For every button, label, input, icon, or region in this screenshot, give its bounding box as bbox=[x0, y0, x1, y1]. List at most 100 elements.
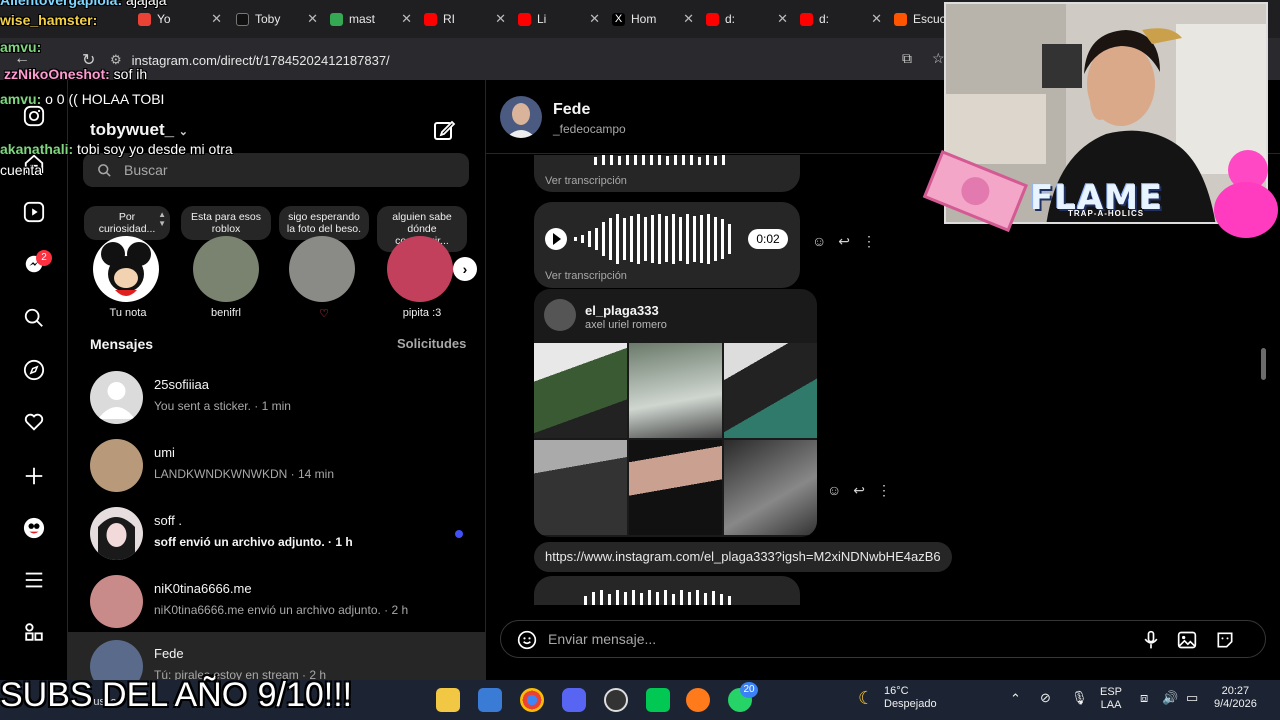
react-emoji-icon[interactable]: ☺ bbox=[812, 233, 826, 250]
chrome-icon[interactable] bbox=[520, 688, 544, 712]
grid-photo bbox=[629, 440, 722, 535]
network-off-icon[interactable]: ⊘ bbox=[1040, 691, 1051, 704]
file-explorer-icon[interactable] bbox=[436, 688, 460, 712]
stream-chat-line: amvu: o 0 (( HOLAA TOBI bbox=[0, 91, 165, 107]
image-icon[interactable] bbox=[1177, 630, 1197, 655]
close-tab-icon[interactable]: ✕ bbox=[495, 11, 506, 27]
account-switcher[interactable]: tobywuet_ ⌄ bbox=[90, 120, 188, 140]
close-tab-icon[interactable]: ✕ bbox=[683, 11, 694, 27]
scrollbar[interactable] bbox=[1261, 348, 1266, 380]
battery-icon[interactable]: ▭ bbox=[1186, 691, 1198, 704]
tab-1[interactable]: Toby ✕ bbox=[228, 6, 322, 32]
reply-icon[interactable]: ↩ bbox=[838, 233, 850, 250]
profile-photo-grid bbox=[534, 343, 817, 537]
sticker-icon[interactable] bbox=[1215, 630, 1235, 655]
tray-chevron-up-icon[interactable]: ⌃ bbox=[1010, 692, 1021, 705]
note-bubble[interactable]: Esta para esos roblox bbox=[181, 206, 271, 240]
thread-item[interactable]: niK0tina6666.me niK0tina6666.me envió un… bbox=[68, 567, 486, 635]
tab-2[interactable]: mast ✕ bbox=[322, 6, 416, 32]
transcript-link[interactable]: Ver transcripción bbox=[545, 175, 627, 187]
discord-icon[interactable] bbox=[562, 688, 586, 712]
tab-5[interactable]: X Hom ✕ bbox=[604, 6, 698, 32]
obs-icon[interactable] bbox=[604, 688, 628, 712]
thread-item-selected[interactable]: Fede Tú: pirales estoy en stream · 2 h bbox=[68, 632, 486, 693]
more-options-icon[interactable]: ⋮ bbox=[877, 482, 891, 499]
explore-icon[interactable] bbox=[22, 358, 46, 382]
close-tab-icon[interactable]: ✕ bbox=[589, 11, 600, 27]
youtube-icon bbox=[800, 12, 813, 26]
thread-item[interactable]: 25sofiiiaa You sent a sticker. · 1 min bbox=[68, 363, 486, 431]
create-icon[interactable] bbox=[22, 464, 46, 488]
youtube-icon bbox=[706, 12, 719, 26]
also-from-meta-icon[interactable] bbox=[22, 620, 46, 644]
voice-message[interactable] bbox=[534, 576, 800, 605]
volume-icon[interactable]: 🔊 bbox=[1162, 691, 1178, 704]
shared-profile-card[interactable]: el_plaga333 axel uriel romero bbox=[534, 289, 817, 537]
play-icon[interactable] bbox=[545, 228, 567, 250]
brand-subtitle: TRAP-A-HOLICS bbox=[1068, 209, 1145, 218]
note-bubble[interactable]: Por curiosidad... ▲ ▼ bbox=[84, 206, 170, 240]
url-field[interactable]: ⚙ instagram.com/direct/t/178452024121878… bbox=[110, 47, 930, 73]
kick-icon[interactable] bbox=[646, 688, 670, 712]
heart-icon[interactable] bbox=[22, 410, 46, 434]
weather-widget[interactable]: 16°C Despejado bbox=[884, 685, 937, 711]
microphone-icon[interactable] bbox=[1141, 630, 1161, 655]
note-avatar[interactable] bbox=[289, 236, 355, 302]
voice-message[interactable]: 0:02 Ver transcripción bbox=[534, 202, 800, 288]
stream-chat-line: amvu: bbox=[0, 39, 42, 55]
audio-duration: 0:02 bbox=[748, 229, 788, 249]
message-input[interactable]: Enviar mensaje... bbox=[500, 620, 1266, 658]
note-avatar[interactable] bbox=[387, 236, 453, 302]
search-icon[interactable] bbox=[22, 306, 46, 330]
tab-favicon-icon bbox=[138, 12, 151, 26]
chevron-down-icon: ⌄ bbox=[178, 126, 189, 138]
avatar bbox=[90, 575, 143, 628]
tab-4[interactable]: Li ✕ bbox=[510, 6, 604, 32]
emoji-icon[interactable] bbox=[517, 630, 537, 655]
display-icon[interactable]: ⧈ bbox=[1140, 691, 1148, 704]
reply-icon[interactable]: ↩ bbox=[853, 482, 865, 499]
notes-row: Por curiosidad... ▲ ▼ Tu nota Esta para e… bbox=[83, 206, 483, 326]
close-tab-icon[interactable]: ✕ bbox=[211, 11, 222, 27]
shared-link[interactable]: https://www.instagram.com/el_plaga333?ig… bbox=[534, 542, 952, 572]
more-options-icon[interactable]: ⋮ bbox=[862, 233, 876, 250]
instagram-logo-icon[interactable] bbox=[22, 104, 46, 128]
youtube-icon bbox=[424, 12, 437, 26]
thread-item[interactable]: umi LANDKWNDKWNWKDN · 14 min bbox=[68, 431, 486, 499]
note-avatar[interactable] bbox=[93, 236, 159, 302]
clock[interactable]: 20:27 9/4/2026 bbox=[1214, 685, 1257, 711]
language-indicator[interactable]: ESP LAA bbox=[1100, 686, 1122, 712]
close-tab-icon[interactable]: ✕ bbox=[401, 11, 412, 27]
tab-0[interactable]: Yo ✕ bbox=[130, 6, 226, 32]
voice-message[interactable]: Ver transcripción bbox=[534, 155, 800, 192]
unread-dot bbox=[455, 530, 463, 538]
note-bubble[interactable]: sigo esperando la foto del beso. bbox=[279, 206, 369, 240]
tab-8[interactable]: Escuc bbox=[886, 6, 946, 32]
notes-next-icon[interactable]: › bbox=[453, 257, 477, 281]
profile-avatar-icon[interactable] bbox=[22, 516, 46, 540]
mic-tray-icon[interactable]: 🎙 bbox=[1071, 691, 1088, 704]
reels-icon[interactable] bbox=[22, 200, 46, 224]
notification-badge: 2 bbox=[36, 250, 52, 266]
close-tab-icon[interactable]: ✕ bbox=[871, 11, 882, 27]
install-app-icon[interactable]: ⧉ bbox=[902, 50, 912, 67]
stream-chat-line: akanathali: tobi soy yo desde mi otra cu… bbox=[0, 141, 233, 178]
note-avatar[interactable] bbox=[193, 236, 259, 302]
avatar bbox=[544, 299, 576, 331]
store-icon[interactable] bbox=[478, 688, 502, 712]
close-tab-icon[interactable]: ✕ bbox=[307, 11, 318, 27]
transcript-link[interactable]: Ver transcripción bbox=[545, 270, 627, 282]
messages-heading: Mensajes bbox=[90, 336, 154, 352]
fl-studio-icon[interactable] bbox=[686, 688, 710, 712]
bookmark-star-icon[interactable]: ☆ bbox=[932, 50, 945, 67]
requests-link[interactable]: Solicitudes bbox=[397, 336, 466, 351]
avatar bbox=[90, 439, 143, 492]
new-message-icon[interactable] bbox=[432, 118, 456, 147]
react-emoji-icon[interactable]: ☺ bbox=[827, 482, 841, 499]
tab-3[interactable]: RI ✕ bbox=[416, 6, 510, 32]
menu-icon[interactable] bbox=[22, 568, 46, 592]
tab-7[interactable]: d: ✕ bbox=[792, 6, 886, 32]
close-tab-icon[interactable]: ✕ bbox=[777, 11, 788, 27]
tab-6[interactable]: d: ✕ bbox=[698, 6, 792, 32]
thread-item[interactable]: soff . soff envió un archivo adjunto. · … bbox=[68, 499, 486, 567]
